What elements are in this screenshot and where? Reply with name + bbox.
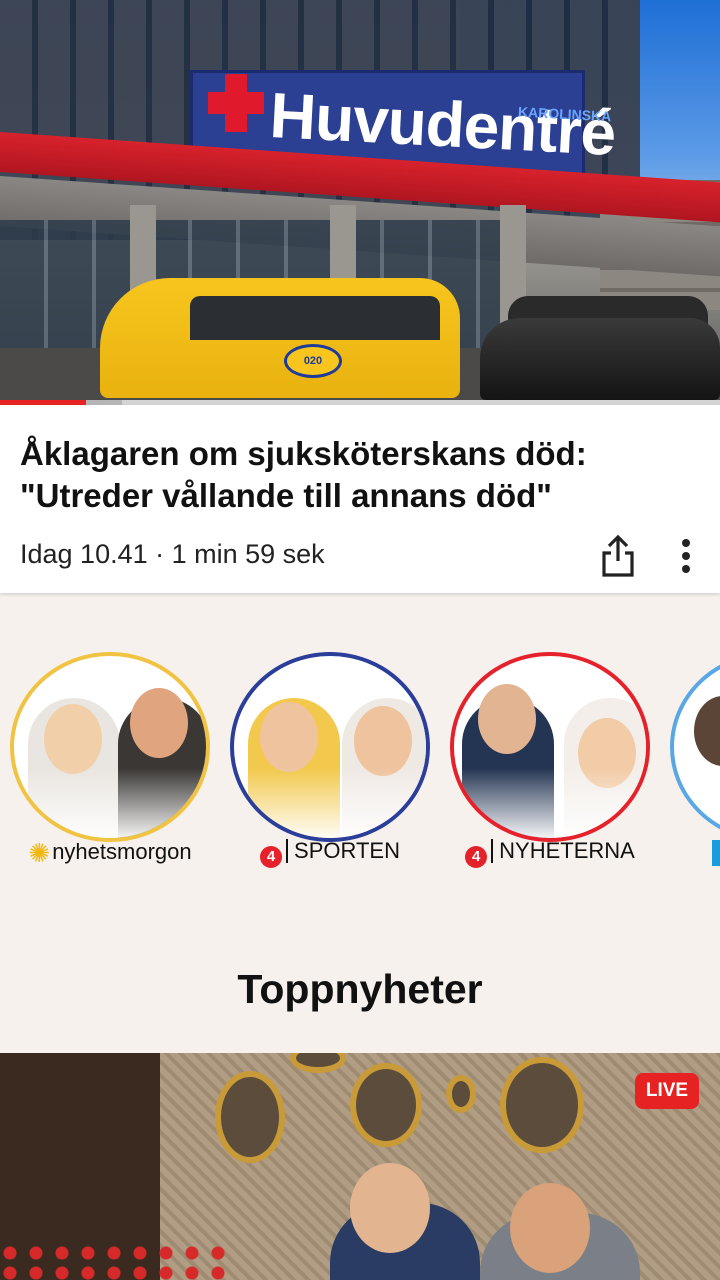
channel-sporten[interactable]: 4 SPORTEN	[230, 650, 430, 870]
sun-icon: ✺	[28, 838, 51, 868]
person-head	[350, 1163, 430, 1253]
article-card[interactable]: Åklagaren om sjuksköterskans död: "Utred…	[0, 405, 720, 593]
channel-nyhetsmorgon[interactable]: ✺nyhetsmorgon	[10, 650, 210, 870]
portrait-frame	[290, 1053, 346, 1073]
taxi-car	[480, 318, 720, 400]
channel-label: ✺nyhetsmorgon	[28, 838, 192, 868]
hero-video[interactable]: Huvudentré KAROLINSKA 020	[0, 0, 720, 400]
person-head	[510, 1183, 590, 1273]
portrait-frame	[350, 1063, 422, 1147]
flowers	[0, 1243, 230, 1280]
channel-label: 4 SPORTEN	[230, 838, 430, 868]
channel-nyheterna[interactable]: 4 NYHETERNA	[450, 650, 650, 870]
van-window	[190, 296, 440, 340]
channel-label: 4 NYHETERNA	[450, 838, 650, 868]
channel-partial[interactable]	[670, 650, 720, 870]
channel-avatar	[670, 652, 720, 842]
article-headline[interactable]: Åklagaren om sjuksköterskans död: "Utred…	[20, 433, 660, 517]
article-meta: Idag 10.41 · 1 min 59 sek	[20, 539, 325, 569]
tv4-icon: 4	[465, 846, 488, 868]
channel-avatar	[450, 652, 650, 842]
channel-avatar	[230, 652, 430, 842]
section-title: Toppnyheter	[237, 966, 483, 1012]
tv4-icon: 4	[260, 846, 283, 868]
red-cross-icon-bar	[208, 92, 264, 114]
channel-carousel[interactable]: ✺nyhetsmorgon 4 SPORTEN 4 NYHETERNA	[0, 650, 720, 880]
share-icon[interactable]	[598, 533, 638, 579]
channel-logo-partial	[712, 840, 720, 866]
channel-avatar	[10, 652, 210, 842]
portrait-frame	[500, 1057, 584, 1153]
portrait-frame	[446, 1075, 476, 1113]
van-logo: 020	[284, 344, 342, 378]
more-vertical-icon[interactable]	[670, 539, 702, 579]
top-news-video[interactable]	[0, 1053, 720, 1280]
portrait-frame	[215, 1071, 285, 1163]
live-badge: LIVE	[635, 1073, 699, 1109]
